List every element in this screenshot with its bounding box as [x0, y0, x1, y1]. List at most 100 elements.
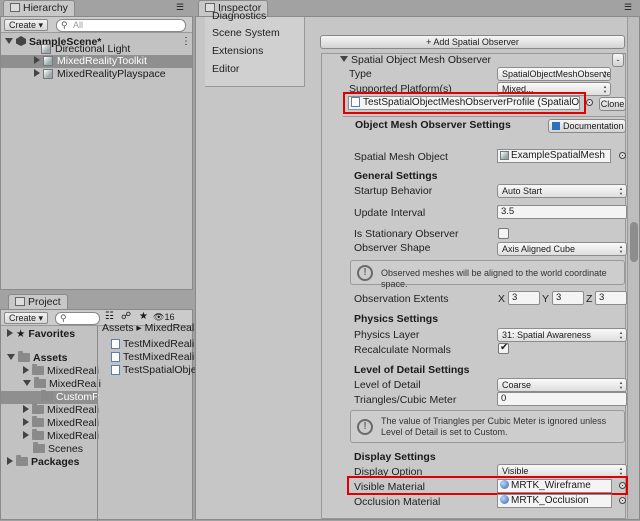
update-interval-label: Update Interval: [354, 207, 426, 219]
profile-side-menu: Diagnostics Scene System Extensions Edit…: [205, 10, 305, 87]
expand-icon: [7, 457, 13, 465]
physics-layer-label: Physics Layer: [354, 329, 420, 341]
script-icon: [111, 365, 120, 375]
extent-x-input[interactable]: 3: [508, 291, 540, 305]
hierarchy-item[interactable]: MixedRealityPlayspace: [34, 68, 166, 81]
extent-z-label: Z: [586, 293, 593, 305]
inspector-scrollbar[interactable]: [627, 17, 639, 519]
observer-shape-label: Observer Shape: [354, 242, 431, 254]
folder-icon: [32, 364, 44, 375]
recalc-normals-label: Recalculate Normals: [354, 344, 451, 356]
object-picker-icon[interactable]: [619, 152, 626, 159]
type-dropdown[interactable]: SpatialObjectMeshObserver: [497, 67, 611, 81]
folder-row[interactable]: Scenes: [33, 442, 83, 456]
object-picker-icon[interactable]: [586, 99, 593, 106]
extents-label: Observation Extents: [354, 293, 449, 305]
extent-y-input[interactable]: 3: [552, 291, 584, 305]
stationary-checkbox[interactable]: [498, 228, 509, 239]
folder-row[interactable]: MixedReali: [23, 377, 101, 391]
add-spatial-observer-button[interactable]: + Add Spatial Observer: [320, 35, 625, 49]
folder-icon: [32, 429, 44, 440]
recalc-normals-checkbox[interactable]: [498, 342, 509, 354]
folder-icon: [16, 455, 28, 466]
triangles-input[interactable]: 0: [497, 392, 627, 406]
inspector-panel: Diagnostics Scene System Extensions Edit…: [195, 10, 640, 520]
folder-row[interactable]: CustomP: [41, 390, 99, 404]
project-tab[interactable]: Project: [8, 294, 68, 310]
assets-row[interactable]: Assets: [7, 351, 67, 365]
info-icon: !: [357, 264, 373, 281]
spatial-mesh-field[interactable]: ExampleSpatialMesh: [497, 149, 611, 163]
folder-icon: [32, 416, 44, 427]
hierarchy-create-button[interactable]: Create ▾: [4, 19, 49, 31]
asset-file[interactable]: TestMixedReali: [111, 338, 194, 351]
extent-x-label: X: [498, 293, 506, 305]
lod-label: Level of Detail: [354, 379, 421, 391]
hierarchy-search-input[interactable]: ⚲ All: [56, 19, 186, 32]
favorites-row[interactable]: ★ Favorites: [7, 328, 75, 341]
display-settings-header: Display Settings: [354, 451, 436, 463]
occlusion-material-field[interactable]: MRTK_Occlusion: [497, 494, 612, 508]
folder-icon: [34, 377, 46, 388]
hierarchy-toolbar: Create ▾ ⚲ All: [1, 17, 192, 33]
observer-shape-dropdown[interactable]: Axis Aligned Cube: [497, 242, 627, 256]
expand-icon: [7, 354, 15, 360]
folder-icon: [32, 403, 44, 414]
highlight-profile: [343, 92, 586, 114]
update-interval-input[interactable]: 3.5: [497, 205, 627, 219]
project-divider: [97, 326, 98, 521]
script-icon: [111, 339, 120, 349]
search-icon: ⚲: [61, 20, 68, 30]
object-picker-icon[interactable]: [619, 497, 626, 504]
gameobject-icon: [43, 56, 53, 66]
scrollbar-thumb[interactable]: [630, 222, 638, 262]
stationary-label: Is Stationary Observer: [354, 228, 459, 240]
physics-layer-dropdown[interactable]: 31: Spatial Awareness: [497, 328, 627, 342]
hierarchy-tab[interactable]: Hierarchy: [3, 0, 75, 16]
spatial-mesh-label: Spatial Mesh Object: [354, 151, 448, 163]
extent-z-input[interactable]: 3: [595, 291, 627, 305]
list-icon: [10, 3, 20, 12]
settings-title: Object Mesh Observer Settings: [355, 119, 511, 131]
menu-diagnostics[interactable]: Diagnostics: [212, 10, 266, 22]
remove-observer-button[interactable]: -: [612, 53, 624, 67]
filter-label-icon[interactable]: ☍: [121, 311, 131, 322]
lod-dropdown[interactable]: Coarse: [497, 378, 627, 392]
expand-icon: [34, 69, 40, 77]
expand-icon: [340, 56, 348, 62]
star-icon: ★: [16, 328, 26, 340]
packages-row[interactable]: Packages: [7, 455, 79, 469]
expand-icon: [5, 38, 13, 44]
book-icon: [552, 122, 560, 130]
panel-menu-icon[interactable]: ☰: [176, 2, 184, 13]
asset-file[interactable]: TestSpatialObje: [111, 364, 197, 377]
menu-editor[interactable]: Editor: [212, 63, 239, 75]
favorite-star-icon[interactable]: ★: [139, 311, 148, 322]
menu-scene-system[interactable]: Scene System: [212, 27, 280, 39]
documentation-button[interactable]: Documentation: [548, 119, 626, 133]
highlight-visible-material: [347, 476, 628, 495]
lod-settings-header: Level of Detail Settings: [354, 364, 470, 376]
folder-icon: [33, 442, 45, 453]
tabbar-spacer: ☰: [600, 0, 640, 16]
startup-dropdown[interactable]: Auto Start: [497, 184, 627, 198]
extent-y-label: Y: [542, 293, 550, 305]
asset-file[interactable]: TestMixedReali: [111, 351, 194, 364]
prefab-icon: [500, 151, 509, 160]
triangles-label: Triangles/Cubic Meter: [354, 394, 457, 406]
filter-type-icon[interactable]: ☷: [105, 311, 114, 322]
hierarchy-panel: Create ▾ ⚲ All SampleScene* ⋮ Directional…: [0, 16, 193, 290]
scene-menu-icon[interactable]: ⋮: [181, 36, 191, 47]
panel-menu-icon[interactable]: ☰: [624, 2, 632, 13]
menu-extensions[interactable]: Extensions: [212, 45, 263, 57]
hierarchy-item[interactable]: MixedRealityToolkit: [34, 55, 147, 68]
project-search-input[interactable]: ⚲: [55, 312, 100, 325]
occlusion-material-label: Occlusion Material: [354, 496, 441, 508]
divider: [343, 116, 626, 117]
expand-icon: [23, 405, 29, 413]
observer-foldout[interactable]: Spatial Object Mesh Observer: [340, 54, 491, 67]
gameobject-icon: [41, 44, 51, 54]
project-create-button[interactable]: Create ▾: [4, 312, 49, 324]
clone-button[interactable]: Clone: [599, 97, 626, 111]
expand-icon: [7, 329, 13, 337]
